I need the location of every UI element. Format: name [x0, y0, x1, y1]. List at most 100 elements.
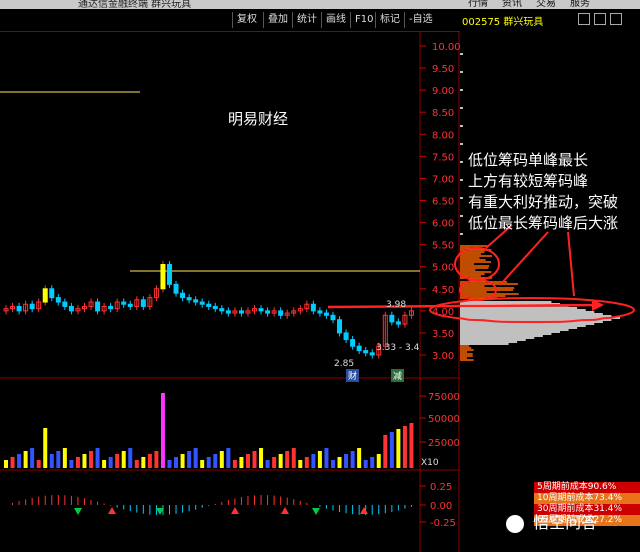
macd-tick-label: -0.25	[430, 518, 456, 529]
volume-bar	[206, 457, 211, 468]
candle-body	[95, 301, 101, 312]
volume-bar	[30, 448, 35, 468]
cost-row-10: 10周期前成本73.4%	[534, 493, 640, 504]
candle-body	[108, 305, 114, 310]
candle-body	[389, 314, 395, 323]
annotation-line-4: 低位最长筹码峰后大涨	[468, 214, 619, 232]
volume-bar	[265, 460, 270, 468]
volume-bar	[272, 457, 277, 468]
candle-body	[68, 305, 74, 312]
volume-bar	[350, 451, 355, 468]
volume-bar	[232, 460, 237, 468]
candle-body	[127, 303, 133, 307]
volume-bar	[304, 457, 309, 468]
price-tick-label: 9.00	[432, 86, 454, 97]
candle-body	[212, 305, 218, 310]
candlestick-chart[interactable]: 3.003.504.004.505.005.506.006.507.007.50…	[0, 0, 640, 552]
volume-bar	[337, 457, 342, 468]
candle-body	[62, 301, 68, 307]
volume-bar	[219, 451, 224, 468]
price-tick-label: 5.50	[432, 241, 454, 252]
price-tag-high: 3.98	[386, 300, 407, 310]
volume-bar	[160, 393, 165, 468]
candle-body	[121, 301, 127, 305]
volume-bar	[128, 448, 133, 468]
volume-bar	[376, 454, 381, 468]
price-tick-label: 7.50	[432, 152, 454, 163]
candle-body	[206, 303, 212, 307]
candle-body	[330, 314, 336, 321]
candle-body	[55, 297, 61, 303]
volume-bar	[200, 460, 205, 468]
cost-row-5: 5周期前成本90.6%	[534, 482, 640, 493]
volume-bar	[278, 454, 283, 468]
volume-bars	[4, 393, 414, 468]
candle-body	[363, 350, 369, 354]
candle-body	[238, 310, 244, 314]
volume-bar	[396, 429, 401, 468]
volume-bar	[102, 460, 107, 468]
candle-body	[350, 339, 356, 347]
volume-bar	[167, 460, 172, 468]
event-tag-finance[interactable]: 财	[346, 369, 360, 382]
volume-bar	[43, 428, 48, 468]
price-tick-label: 10.00	[432, 42, 461, 53]
arrow-mid	[499, 231, 549, 286]
price-tick-label: 6.00	[432, 219, 454, 230]
volume-bar	[285, 451, 290, 468]
candle-body	[199, 301, 205, 305]
volume-bar	[213, 454, 218, 468]
volume-axis: 25000 50000 75000 X10	[420, 392, 460, 468]
volume-bar	[82, 454, 87, 468]
volume-bar	[108, 457, 113, 468]
volume-bar	[239, 457, 244, 468]
volume-bar	[89, 451, 94, 468]
macd-axis: -0.25 0.00 0.25	[420, 482, 456, 529]
volume-bar	[4, 460, 8, 468]
price-tag-range: 3.33 - 3.4	[376, 343, 420, 353]
price-tick-label: 3.50	[432, 329, 454, 340]
candle-body	[193, 299, 199, 303]
footer-badge: 悟空问答	[506, 509, 597, 533]
annotation-line-1: 低位筹码单峰最长	[468, 151, 589, 169]
volume-bar	[311, 454, 316, 468]
candle-body	[310, 303, 316, 312]
candle-body	[140, 299, 146, 307]
volume-bar	[36, 460, 41, 468]
volume-bar	[259, 448, 264, 468]
arrow-main-vertical	[567, 231, 575, 297]
event-tag-reduce[interactable]: 减	[391, 369, 405, 382]
volume-bar	[56, 451, 61, 468]
volume-bar	[180, 454, 185, 468]
volume-tick-label: 50000	[428, 414, 460, 425]
volume-bar	[344, 454, 349, 468]
volume-bar	[187, 451, 192, 468]
volume-bar	[363, 460, 368, 468]
volume-bar	[69, 460, 74, 468]
watermark-annotation: 明易财经	[228, 110, 289, 128]
volume-bar	[409, 423, 414, 468]
volume-bar	[75, 457, 80, 468]
volume-bar	[141, 457, 146, 468]
volume-tick-label: 25000	[428, 438, 460, 449]
volume-bar	[357, 448, 362, 468]
annotation-line-3: 有重大利好推动，突破	[468, 193, 619, 211]
volume-bar	[383, 435, 388, 468]
volume-bar	[324, 448, 329, 468]
candle-body	[29, 303, 35, 310]
candle-body	[16, 305, 22, 312]
macd-tick-label: 0.25	[430, 482, 452, 493]
candle-body	[278, 310, 284, 316]
volume-bar	[330, 460, 335, 468]
price-tick-label: 7.00	[432, 174, 454, 185]
price-axis: 3.003.504.004.505.005.506.006.507.007.50…	[420, 42, 461, 362]
candle-body	[258, 308, 264, 312]
volume-bar	[252, 451, 257, 468]
volume-bar	[389, 432, 394, 468]
volume-bar	[134, 460, 139, 468]
volume-bar	[154, 451, 159, 468]
volume-bar	[402, 426, 407, 468]
candle-body	[219, 308, 225, 312]
price-tick-label: 8.50	[432, 108, 454, 119]
volume-bar	[62, 448, 67, 468]
